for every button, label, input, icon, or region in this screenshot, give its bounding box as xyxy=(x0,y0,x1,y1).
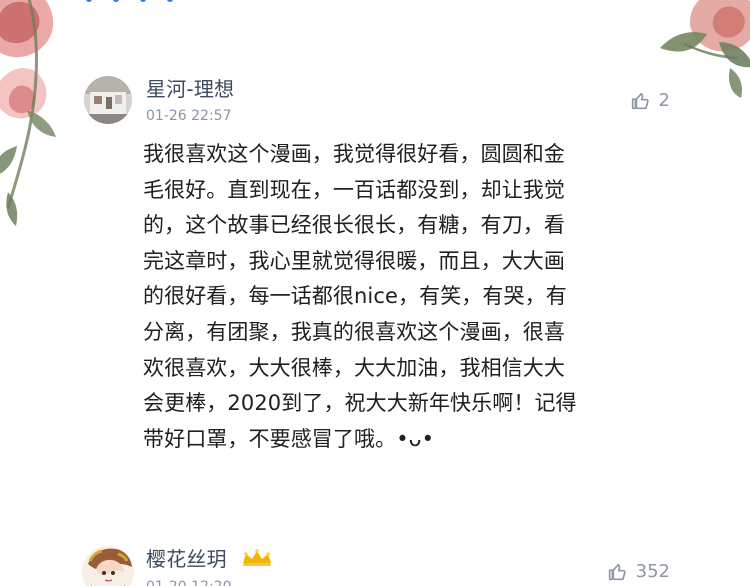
avatar-anime-icon xyxy=(82,546,134,586)
thumb-up-icon xyxy=(631,92,649,110)
top-status-dots xyxy=(86,0,173,2)
comment-body: 我很喜欢这个漫画，我觉得很好看，圆圆和金 毛很好。直到现在，一百话都没到，却让我… xyxy=(143,142,577,451)
top-status-dot xyxy=(167,0,173,2)
comment-username[interactable]: 星河-理想 xyxy=(146,77,234,101)
user-avatar[interactable] xyxy=(84,76,132,124)
top-status-dot xyxy=(140,0,146,2)
comment-timestamp: 01-26 22:57 xyxy=(146,108,232,124)
floral-decoration-left xyxy=(0,0,56,226)
like-count: 2 xyxy=(658,90,670,111)
like-count: 352 xyxy=(635,561,670,582)
like-button[interactable]: 2 xyxy=(629,90,670,112)
top-status-dot xyxy=(86,0,92,2)
user-avatar[interactable] xyxy=(82,546,134,586)
thumb-up-icon xyxy=(608,563,626,581)
comment-timestamp: 01-20 12:20 xyxy=(146,578,231,586)
comment-screen: 星河-理想 01-26 22:57 2 我很喜欢这个漫画，我觉得很好看，圆圆和金… xyxy=(0,0,750,586)
top-status-dot xyxy=(113,0,119,2)
crown-icon xyxy=(243,549,271,566)
avatar-photo-icon xyxy=(84,76,132,124)
comment-username[interactable]: 樱花丝玥 xyxy=(146,547,227,571)
like-button[interactable]: 352 xyxy=(606,561,670,583)
